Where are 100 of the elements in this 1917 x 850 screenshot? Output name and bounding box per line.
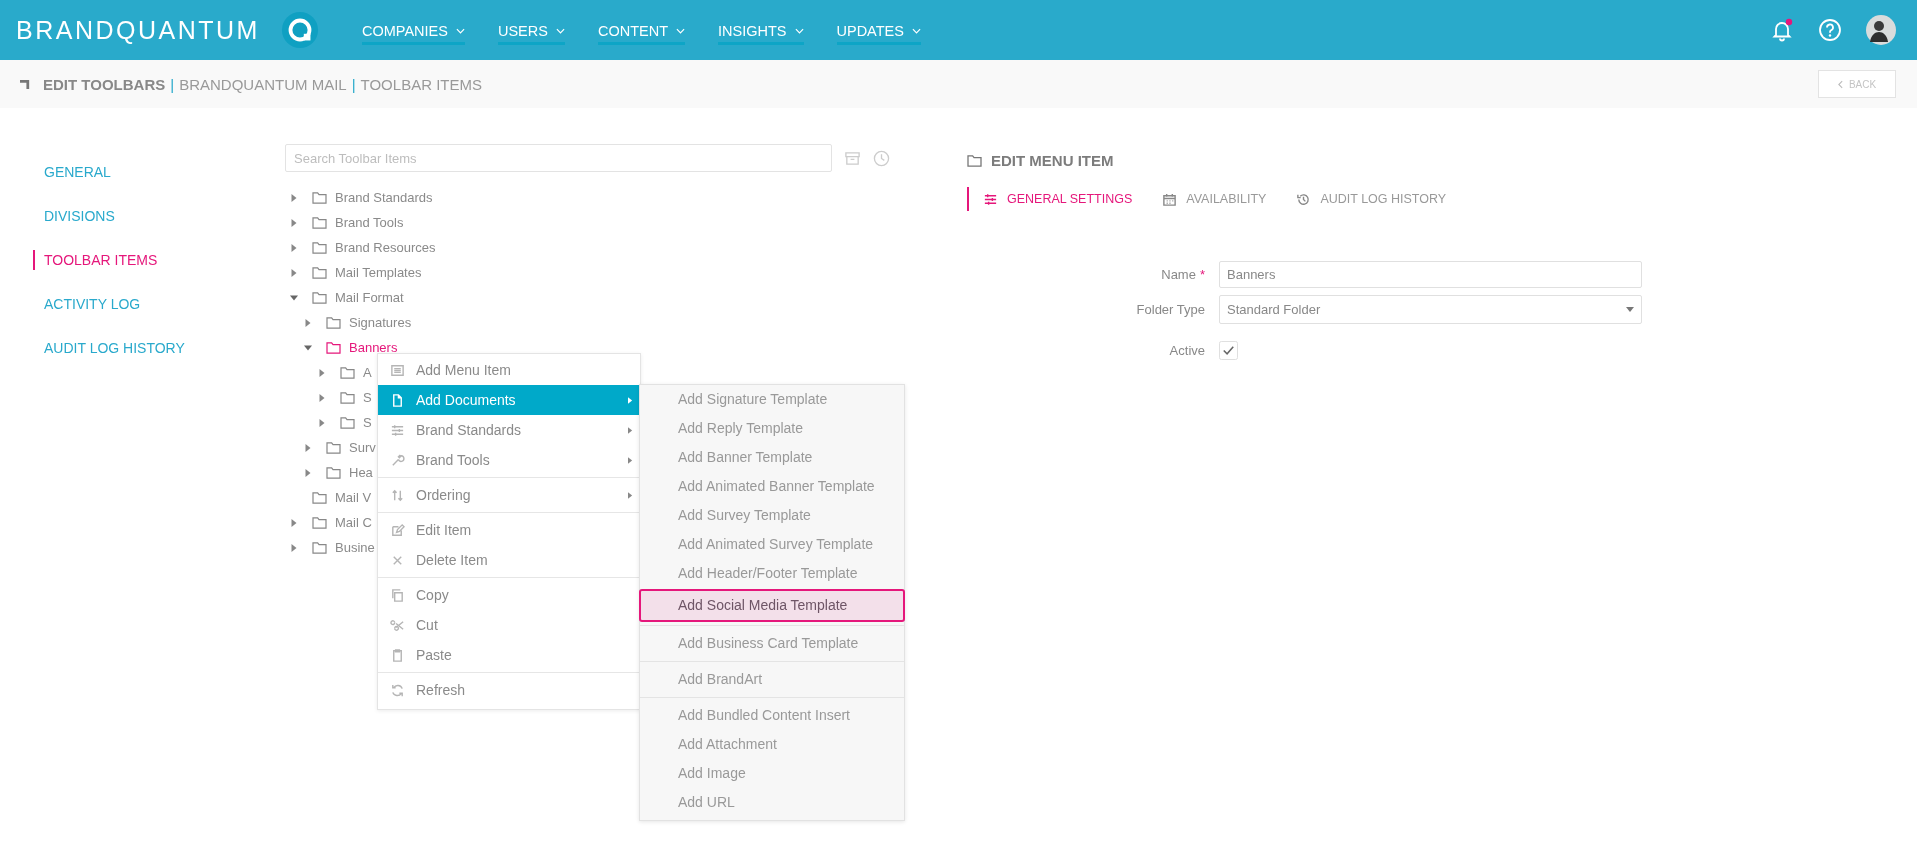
sidebar-item[interactable]: TOOLBAR ITEMS (33, 250, 158, 270)
menu-item[interactable]: Add BrandArt (639, 665, 905, 694)
calendar-icon (1162, 191, 1178, 207)
sidebar-item[interactable]: DIVISIONS (33, 206, 115, 226)
tree-item[interactable]: Hea (349, 465, 373, 480)
expand-toggle-icon[interactable] (304, 318, 312, 327)
back-button[interactable]: BACK (1818, 70, 1896, 98)
tree-item[interactable]: Brand Resources (335, 240, 436, 255)
menu-item[interactable]: Add Social Media Template (639, 589, 905, 622)
menu-item[interactable]: Edit Item (378, 515, 640, 545)
menu-item[interactable]: Cut (378, 610, 640, 640)
tree-item[interactable]: Brand Standards (335, 190, 433, 205)
caret-icon (676, 28, 685, 34)
menu-item[interactable]: Add Menu Item (378, 355, 640, 385)
folder-icon (967, 154, 982, 167)
folder-icon (312, 541, 327, 554)
tree-item[interactable]: S (363, 390, 372, 405)
history-icon (1296, 191, 1312, 207)
nav-menu[interactable]: COMPANIES (362, 19, 465, 45)
menu-item[interactable]: Add Business Card Template (639, 629, 905, 658)
search-field[interactable]: Search Toolbar Items (285, 144, 832, 172)
help-icon[interactable] (1818, 18, 1842, 42)
menu-item[interactable]: Add Banner Template (639, 443, 905, 472)
sidebar-item[interactable]: ACTIVITY LOG (33, 294, 141, 314)
sliders-icon (983, 191, 998, 207)
field-label: Name (1161, 266, 1196, 282)
expand-toggle-icon[interactable] (290, 518, 298, 527)
menu-item[interactable]: Add Image (639, 759, 905, 788)
caret-icon (555, 28, 565, 34)
menu-item[interactable]: Add Survey Template (639, 501, 905, 530)
breadcrumb-item: BRANDQUANTUM MAIL (179, 75, 347, 93)
tree-item[interactable]: A (363, 365, 372, 380)
scissors-icon (390, 617, 405, 633)
expand-toggle-icon[interactable] (290, 293, 298, 302)
nav-menu[interactable]: UPDATES (836, 19, 921, 45)
tree-item[interactable]: Mail Templates (335, 265, 422, 280)
menu-item[interactable]: Add Attachment (639, 730, 905, 759)
expand-toggle-icon[interactable] (304, 443, 312, 452)
menu-item[interactable]: Add Header/Footer Template (639, 559, 905, 588)
expand-toggle-icon[interactable] (290, 218, 298, 227)
menu-item[interactable]: Add Documents (378, 385, 640, 415)
tree-item[interactable]: Mail V (335, 490, 372, 505)
document-icon (390, 392, 405, 408)
list-icon (390, 362, 405, 378)
tree-item[interactable]: Busine (335, 540, 375, 555)
panel-title: EDIT MENU ITEM (991, 152, 1114, 169)
tab[interactable]: AUDIT LOG HISTORY (1280, 187, 1447, 211)
menu-item[interactable]: Add Reply Template (639, 414, 905, 443)
menu-item[interactable]: Add Animated Banner Template (639, 472, 905, 501)
logo-icon (281, 11, 319, 49)
tree-item[interactable]: Mail C (335, 515, 372, 530)
nav-menu[interactable]: INSIGHTS (718, 19, 804, 45)
avatar-icon[interactable] (1866, 15, 1896, 45)
tab[interactable]: AVAILABILITY (1146, 187, 1267, 211)
expand-toggle-icon[interactable] (318, 368, 326, 377)
menu-item[interactable]: Brand Standards (378, 415, 640, 445)
caret-icon (1626, 306, 1634, 312)
sidebar-item[interactable]: AUDIT LOG HISTORY (33, 338, 185, 358)
expand-toggle-icon[interactable] (304, 468, 312, 477)
sort-icon (390, 487, 405, 503)
menu-item[interactable]: Copy (378, 580, 640, 610)
field-label: Folder Type (1136, 301, 1205, 317)
folder-icon (312, 266, 327, 279)
folder-icon (326, 466, 341, 479)
brand-name: BRANDQUANTUM (16, 15, 261, 45)
tree-item[interactable]: S (363, 415, 372, 430)
expand-toggle-icon[interactable] (318, 418, 326, 427)
menu-item[interactable]: Brand Tools (378, 445, 640, 475)
expand-toggle-icon[interactable] (290, 193, 298, 202)
expand-toggle-icon[interactable] (318, 393, 326, 402)
caret-icon (911, 28, 921, 34)
expand-toggle-icon[interactable] (290, 268, 298, 277)
refresh-icon (390, 682, 405, 698)
folder-icon (326, 441, 341, 454)
menu-item[interactable]: Paste (378, 640, 640, 670)
bell-icon[interactable] (1770, 18, 1794, 42)
expand-toggle-icon[interactable] (290, 243, 298, 252)
expand-toggle-icon[interactable] (290, 543, 298, 552)
folder-type-dropdown[interactable]: Standard Folder (1219, 294, 1642, 324)
tree-item[interactable]: Signatures (349, 315, 412, 330)
active-checkbox[interactable] (1219, 341, 1238, 360)
expand-toggle-icon[interactable] (304, 343, 312, 352)
menu-item[interactable]: Add Animated Survey Template (639, 530, 905, 559)
tree-item[interactable]: Surv (349, 440, 376, 455)
nav-menu[interactable]: CONTENT (597, 19, 685, 45)
tree-item[interactable]: Mail Format (335, 290, 404, 305)
required-mark: * (1199, 266, 1205, 282)
menu-item[interactable]: Ordering (378, 480, 640, 510)
tree-item[interactable]: Brand Tools (335, 215, 404, 230)
menu-item[interactable]: Add Bundled Content Insert (639, 701, 905, 730)
tree-item[interactable]: Banners (349, 340, 398, 355)
menu-item[interactable]: Delete Item (378, 545, 640, 575)
sidebar-item[interactable]: GENERAL (33, 162, 111, 182)
tab[interactable]: GENERAL SETTINGS (967, 187, 1133, 211)
nav-menu[interactable]: USERS (497, 19, 565, 45)
folder-icon (340, 391, 355, 404)
menu-item[interactable]: Refresh (378, 675, 640, 705)
menu-item[interactable]: Add URL (639, 788, 905, 817)
menu-item[interactable]: Add Signature Template (639, 385, 905, 414)
name-field[interactable]: Banners (1219, 260, 1642, 288)
